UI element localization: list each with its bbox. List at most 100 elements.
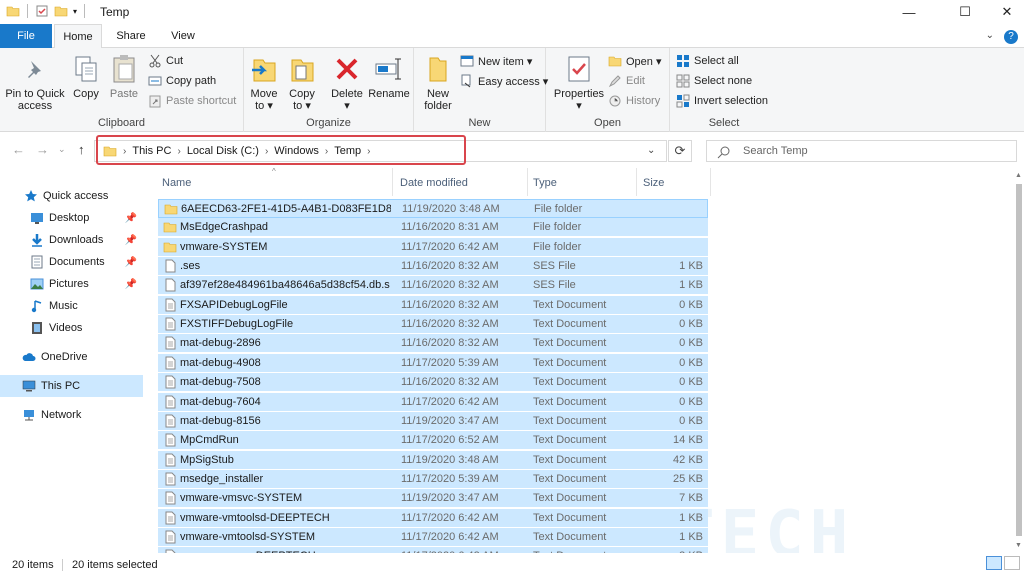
nav-desktop[interactable]: Desktop 📌 (0, 207, 143, 229)
scrollbar-thumb[interactable] (1016, 184, 1022, 536)
file-row[interactable]: mat-debug-7604 11/17/2020 6:42 AM Text Doc… (158, 392, 708, 412)
open-button[interactable]: Open ▾ (608, 54, 662, 68)
text-icon (163, 472, 177, 486)
column-type-header[interactable]: Type (529, 168, 634, 196)
up-arrow-icon[interactable]: ↑ (78, 142, 85, 157)
large-icons-view-icon[interactable] (1004, 556, 1020, 570)
file-row[interactable]: mat-debug-8156 11/19/2020 3:47 AM Text Doc… (158, 411, 708, 431)
tab-file[interactable]: File (0, 24, 52, 48)
minimize-button[interactable]: — (886, 0, 932, 24)
file-type: Text Document (533, 530, 607, 543)
file-row[interactable]: msedge_installer 11/17/2020 5:39 AM Text D… (158, 469, 708, 489)
details-view-icon[interactable] (986, 556, 1002, 570)
tab-share[interactable]: Share (106, 24, 156, 48)
paste-shortcut-button[interactable]: Paste shortcut (148, 94, 236, 108)
nav-downloads[interactable]: Downloads 📌 (0, 229, 143, 251)
qat-dropdown-icon[interactable]: ▾ (73, 7, 77, 16)
file-row[interactable]: 6AEECD63-2FE1-41D5-A4B1-D083FE1D80... 11/… (158, 199, 708, 218)
file-row[interactable]: mat-debug-7508 11/16/2020 8:32 AM Text Doc… (158, 373, 708, 393)
properties-label: Properties (553, 88, 605, 100)
recent-dropdown-icon[interactable]: ⌄ (58, 144, 66, 155)
pin-icon[interactable]: 📌 (125, 213, 137, 224)
text-icon (163, 414, 177, 428)
ribbon-tabs: File Home Share View ⌄ ? (0, 24, 1024, 49)
history-button[interactable]: History (608, 94, 660, 108)
refresh-button[interactable]: ⟳ (668, 140, 692, 162)
file-row[interactable]: mat-debug-4908 11/17/2020 5:39 AM Text Doc… (158, 353, 708, 373)
move-to-label-2: to ▾ (255, 100, 273, 112)
file-row[interactable]: vmware-vmtoolsd-DEEPTECH 11/17/2020 6:42 … (158, 508, 708, 528)
address-highlight-box (96, 135, 466, 165)
file-row[interactable]: MpSigStub 11/19/2020 3:48 AM Text Document… (158, 450, 708, 470)
pin-quick-access-button[interactable]: Pin to Quick access (4, 52, 66, 112)
file-row[interactable]: vmware-vmsvc-SYSTEM 11/19/2020 3:47 AM Tex… (158, 489, 708, 509)
select-all-button[interactable]: Select all (676, 54, 739, 68)
nav-network[interactable]: Network (0, 404, 143, 426)
nav-pictures[interactable]: Pictures 📌 (0, 273, 143, 295)
edit-button[interactable]: Edit (608, 74, 645, 88)
file-size: 14 KB (673, 434, 703, 447)
delete-button[interactable]: Delete ▾ (328, 52, 366, 112)
copy-to-button[interactable]: Copy to ▾ (284, 52, 320, 112)
file-row[interactable]: FXSTIFFDebugLogFile 11/16/2020 8:32 AM Tex… (158, 315, 708, 335)
pin-icon[interactable]: 📌 (125, 257, 137, 268)
forward-arrow-icon[interactable]: → (36, 142, 49, 157)
column-date-header[interactable]: Date modified (396, 168, 526, 196)
column-divider[interactable] (392, 168, 393, 196)
pin-icon[interactable]: 📌 (125, 279, 137, 290)
close-button[interactable]: ✕ (984, 0, 1024, 24)
tab-home[interactable]: Home (54, 24, 102, 49)
easy-access-button[interactable]: Easy access ▾ (460, 74, 548, 88)
column-size-header[interactable]: Size (639, 168, 709, 196)
column-name-header[interactable]: Name (158, 168, 392, 196)
copy-path-button[interactable]: Copy path (148, 74, 216, 88)
search-box[interactable]: Search Temp (706, 140, 1017, 162)
rename-label: Rename (368, 88, 410, 100)
file-row[interactable]: af397ef28e484961ba48646a5d38cf54.db.ses 1… (158, 276, 708, 296)
invert-selection-button[interactable]: Invert selection (676, 94, 768, 108)
nav-quick-access[interactable]: Quick access (0, 185, 143, 207)
nav-documents[interactable]: Documents 📌 (0, 251, 143, 273)
new-folder-qat-icon[interactable] (54, 4, 68, 18)
back-arrow-icon[interactable]: ← (12, 142, 25, 157)
properties-button[interactable]: Properties ▾ (552, 52, 606, 112)
document-icon (31, 255, 43, 269)
file-type: SES File (533, 279, 576, 292)
file-date: 11/16/2020 8:32 AM (401, 337, 499, 350)
column-divider[interactable] (710, 168, 711, 196)
scroll-down-icon[interactable]: ▼ (1015, 542, 1022, 549)
nav-videos[interactable]: Videos (0, 317, 143, 339)
pin-icon[interactable]: 📌 (125, 235, 137, 246)
column-divider[interactable] (527, 168, 528, 196)
cut-button[interactable]: Cut (148, 54, 183, 68)
copy-button[interactable]: Copy (68, 52, 104, 100)
maximize-button[interactable]: ☐ (942, 0, 988, 24)
paste-button[interactable]: Paste (106, 52, 142, 100)
file-row[interactable]: MpCmdRun 11/17/2020 6:52 AM Text Document 1… (158, 431, 708, 451)
move-to-button[interactable]: Move to ▾ (246, 52, 282, 112)
select-none-button[interactable]: Select none (676, 74, 752, 88)
text-icon (163, 395, 177, 409)
nav-onedrive[interactable]: OneDrive (0, 346, 143, 368)
expand-ribbon-icon[interactable]: ⌄ (986, 30, 994, 44)
tab-view[interactable]: View (158, 24, 208, 48)
file-row[interactable]: MsEdgeCrashpad 11/16/2020 8:31 AM File fol… (158, 218, 708, 238)
nav-this-pc[interactable]: This PC (0, 375, 143, 397)
rename-button[interactable]: Rename (368, 52, 410, 100)
file-explorer-window: ▾ Temp — ☐ ✕ File Home Share View ⌄ ? Pi… (0, 0, 1024, 573)
nav-music[interactable]: Music (0, 295, 143, 317)
vertical-scrollbar[interactable]: ▲ ▼ (1014, 168, 1024, 553)
scroll-up-icon[interactable]: ▲ (1015, 172, 1022, 179)
desktop-icon (31, 213, 43, 224)
file-row[interactable]: FXSAPIDebugLogFile 11/16/2020 8:32 AM Text… (158, 295, 708, 315)
new-folder-button[interactable]: New folder (420, 52, 456, 112)
file-row[interactable]: .ses 11/16/2020 8:32 AM SES File 1 KB (158, 257, 708, 277)
help-icon[interactable]: ? (1004, 30, 1018, 44)
address-dropdown-icon[interactable]: ⌄ (647, 145, 655, 156)
file-row[interactable]: vmware-vmtoolsd-SYSTEM 11/17/2020 6:42 AM… (158, 527, 708, 547)
new-item-button[interactable]: New item ▾ (460, 54, 532, 68)
properties-check-icon[interactable] (35, 4, 49, 18)
file-row[interactable]: mat-debug-2896 11/16/2020 8:32 AM Text Doc… (158, 334, 708, 354)
column-divider[interactable] (636, 168, 637, 196)
file-row[interactable]: vmware-SYSTEM 11/17/2020 6:42 AM File fold… (158, 237, 708, 257)
